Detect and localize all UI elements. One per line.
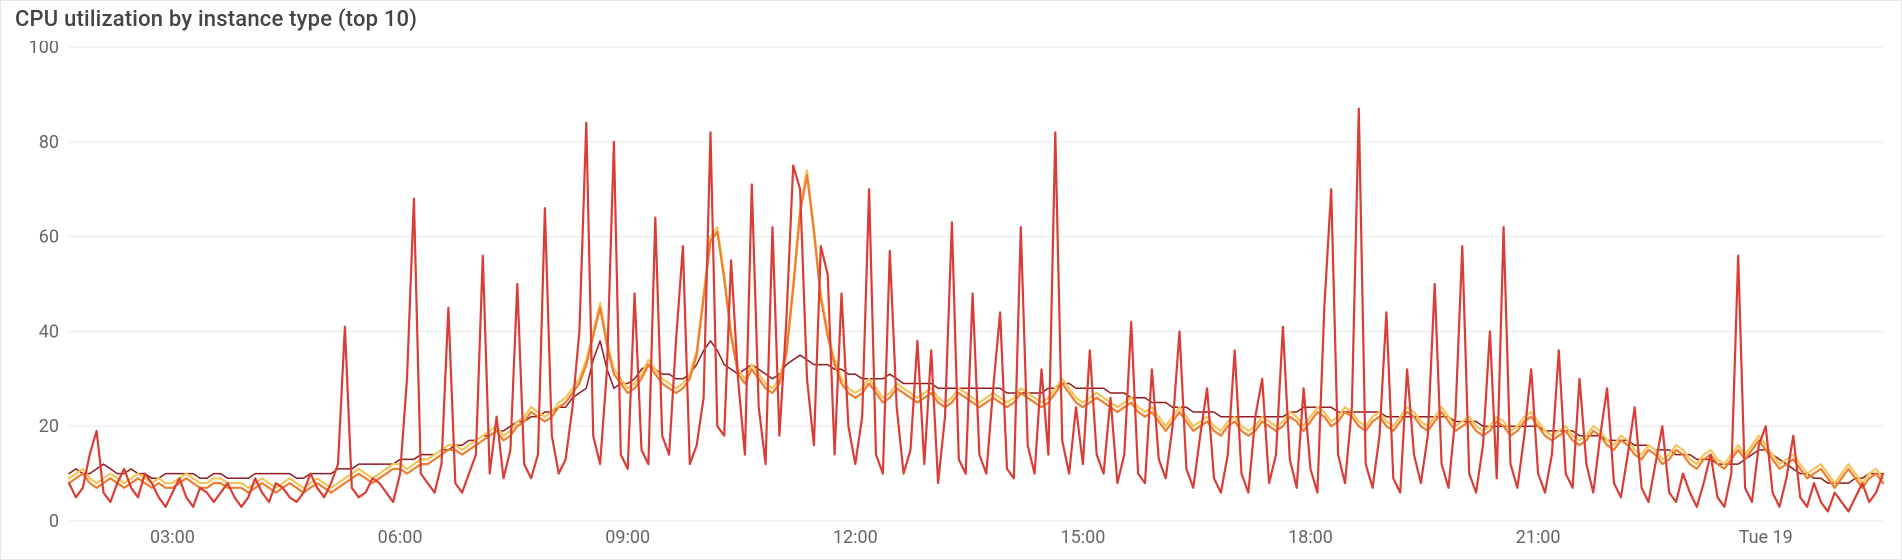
chart-area[interactable]: 0 20 40 60 80 100 03:00 06:00 09:00 12:00 15:00 18:…: [13, 41, 1893, 551]
series-red: [69, 109, 1883, 512]
chart-title: CPU utilization by instance type (top 10…: [1, 1, 1901, 36]
chart-svg[interactable]: 0 20 40 60 80 100 03:00 06:00 09:00 12:00 15:00 18:…: [13, 41, 1893, 551]
x-tick-label: 09:00: [605, 527, 650, 548]
x-tick-label: Tue 19: [1739, 527, 1793, 548]
y-tick-label: 0: [49, 511, 59, 532]
y-tick-label: 60: [39, 227, 59, 248]
y-tick-label: 100: [29, 41, 59, 58]
x-tick-label: 15:00: [1060, 527, 1105, 548]
y-tick-label: 80: [39, 132, 59, 153]
y-tick-label: 40: [39, 321, 59, 342]
y-tick-label: 20: [39, 416, 59, 437]
x-tick-label: 03:00: [150, 527, 195, 548]
x-tick-label: 21:00: [1516, 527, 1561, 548]
chart-panel: CPU utilization by instance type (top 10…: [0, 0, 1902, 560]
x-tick-label: 12:00: [833, 527, 878, 548]
x-tick-label: 18:00: [1288, 527, 1333, 548]
x-tick-label: 06:00: [378, 527, 423, 548]
